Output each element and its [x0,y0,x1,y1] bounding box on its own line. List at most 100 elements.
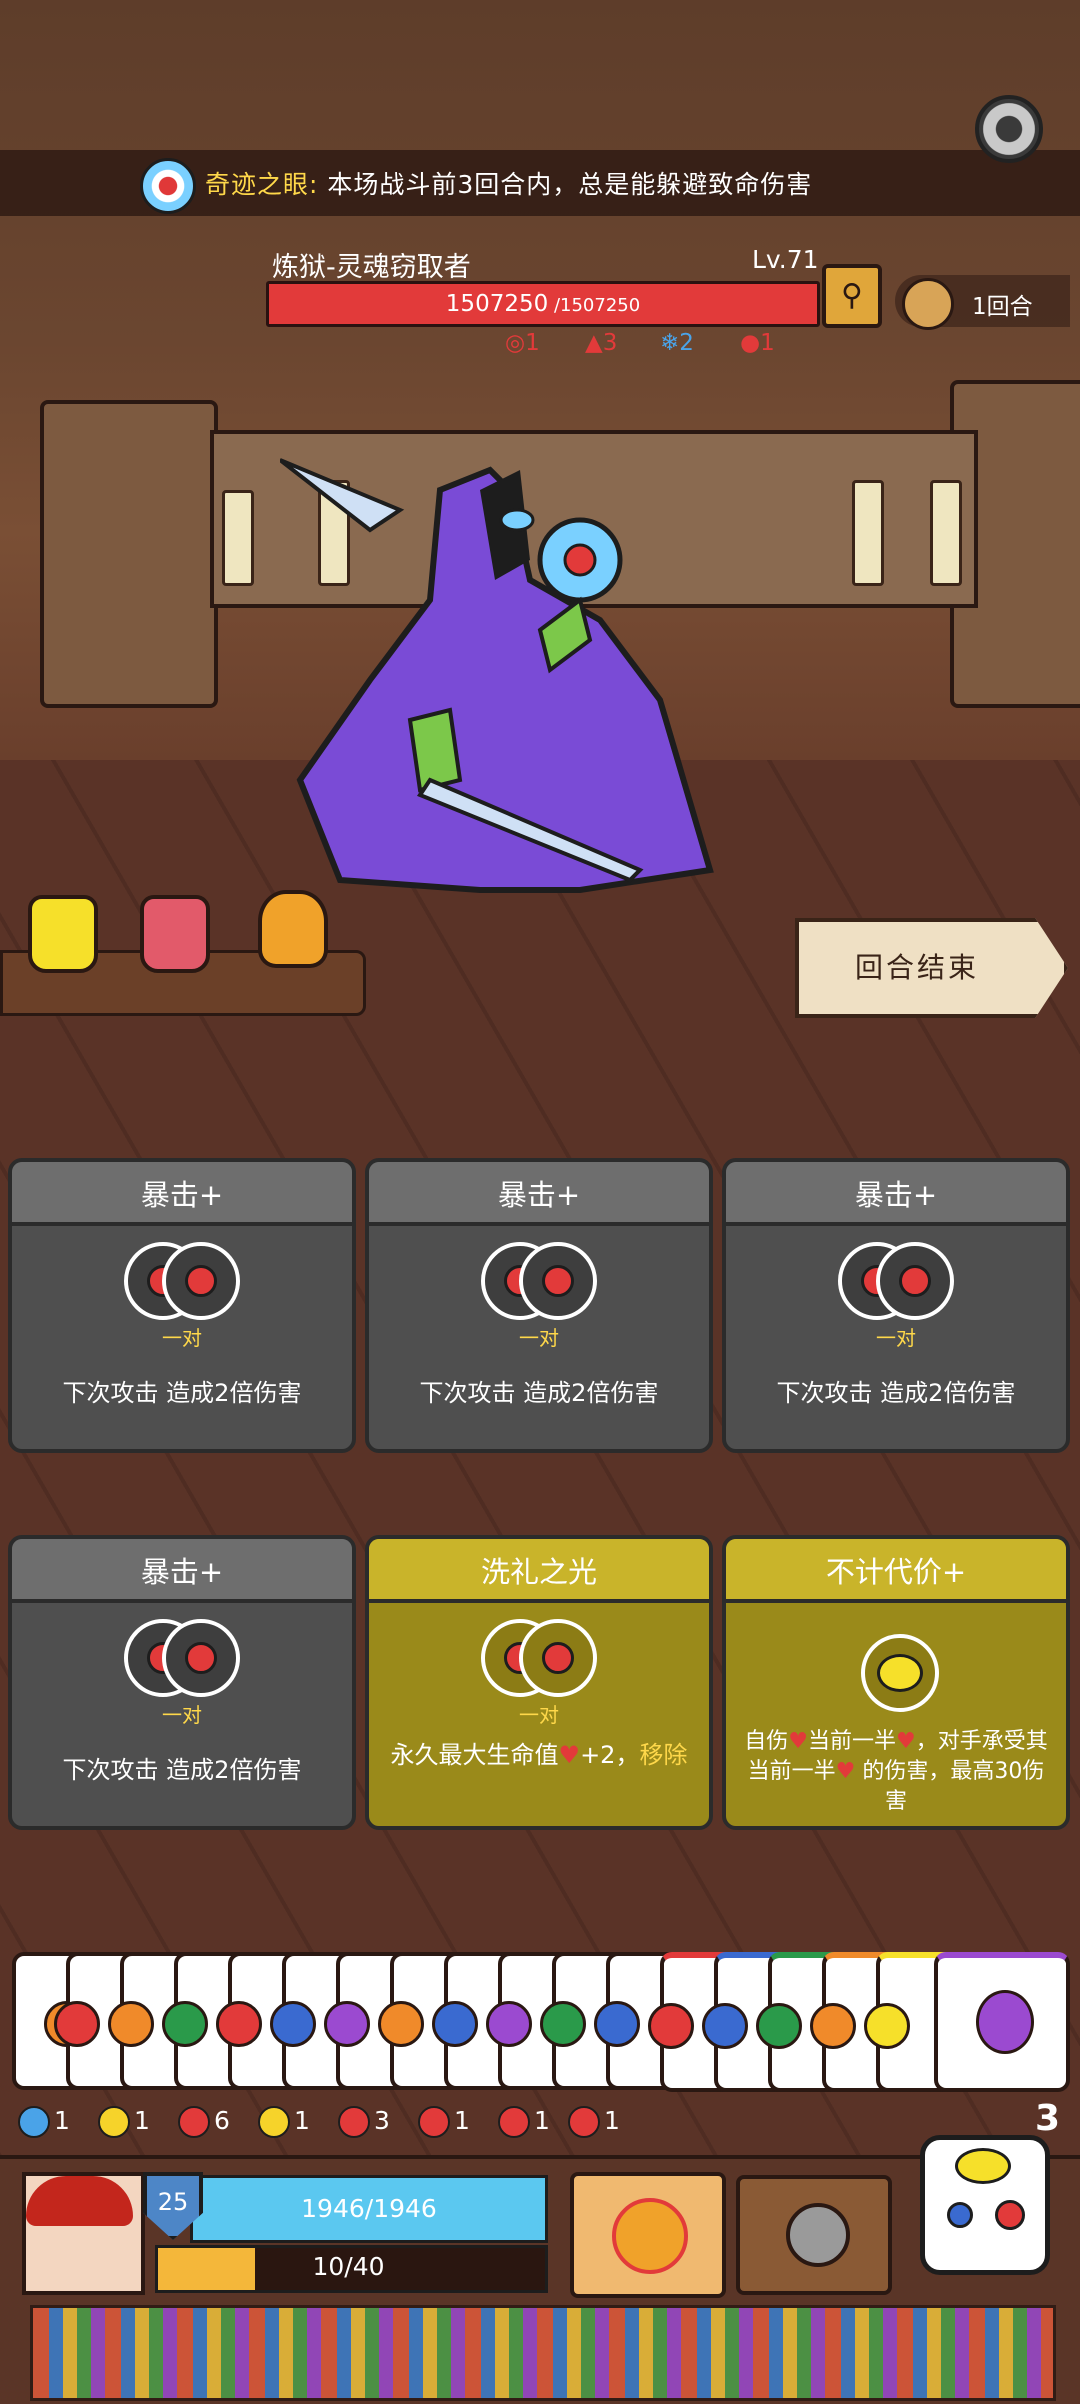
cherry-die-slot [519,1242,597,1320]
card-description: 下次攻击 造成2倍伤害 [776,1379,1016,1407]
heart-icon: ♥ [835,1759,856,1784]
cherry-icon [899,1265,931,1297]
heart-icon: ♥ [558,1741,581,1769]
candle [222,490,254,586]
red-potion-icon[interactable] [140,895,210,973]
roll-dice-button[interactable] [570,2172,726,2298]
reroll-die-icon[interactable] [920,2135,1050,2275]
target-icon [18,2106,50,2138]
boss-hp-current: 1507250 [445,291,549,317]
player-level: 25 [157,2188,189,2216]
cherry-icon [995,2200,1025,2230]
claw-icon [178,2106,210,2138]
boss-hp-max: /1507250 [548,295,641,316]
card-requirement: 一对 [519,1326,559,1350]
card-requirement: 一对 [519,1703,559,1727]
card-description: 下次攻击 造成2倍伤害 [62,1379,302,1407]
card-title: 洗礼之光 [480,1555,597,1589]
cherry-icon [542,1642,574,1674]
stat-claw: 6 [178,2106,230,2138]
card-description: 下次攻击 造成2倍伤害 [419,1379,659,1407]
buff-title: 奇迹之眼: [205,170,319,199]
cherry-icon [542,1265,574,1297]
skill-card[interactable]: 暴击+ 一对 下次攻击 造成2倍伤害 [722,1158,1070,1453]
skull-orb-icon [786,2203,850,2267]
card-title: 暴击+ [497,1178,581,1212]
lightning-icon [98,2106,130,2138]
spiral-icon: ◎ [505,330,526,356]
card-title: 暴击+ [140,1178,224,1212]
hero-hair [26,2176,133,2226]
boss-level: Lv.71 [752,245,819,274]
card-description: 永久最大生命值♥+2，移除 [390,1741,688,1769]
spiral-icon [568,2106,600,2138]
stat-broken-shield: 1 [498,2106,550,2138]
grape-icon [976,1990,1034,2054]
player-hp-bar: 1946/1946 [190,2175,548,2243]
relic-button[interactable] [736,2175,892,2295]
cherry-icon [185,1642,217,1674]
skill-card[interactable]: 暴击+ 一对 下次攻击 造成2倍伤害 [8,1535,356,1830]
fire-icon: ▲ [585,330,603,356]
lemon-die-slot [861,1634,939,1712]
settings-gear-icon[interactable] [975,95,1043,163]
crit-target-icon [418,2106,450,2138]
card-requirement: 一对 [162,1326,202,1350]
cherry-icon [185,1265,217,1297]
heart-shield-icon [338,2106,370,2138]
broken-heart-icon: ♥ [788,1729,808,1754]
miracle-eye-icon [140,158,196,214]
soul-stealer-monster[interactable] [280,450,760,920]
deck-card-strip[interactable] [30,2305,1056,2401]
stat-spiral: 1 [568,2106,620,2138]
card-description: 下次攻击 造成2倍伤害 [62,1756,302,1784]
inspect-magnifier-icon[interactable]: ⚲ [822,264,882,328]
stat-shield: 1 [258,2106,310,2138]
candle [930,480,962,586]
stat-crit-target: 1 [418,2106,470,2138]
boss-status-blood: ●1 [740,330,775,356]
card-requirement: 一对 [162,1703,202,1727]
buff-description: 本场战斗前3回合内，总是能躲避致命伤害 [327,170,813,199]
stat-lightning: 1 [98,2106,150,2138]
xp-text: 10/40 [312,2252,385,2281]
boss-status-frost: ❄2 [660,330,694,356]
cherry-die-slot [162,1242,240,1320]
round-label: 1回合 [972,294,1033,320]
dot-icon [947,2202,973,2228]
skill-card[interactable]: 暴击+ 一对 下次攻击 造成2倍伤害 [8,1158,356,1453]
shield-icon [258,2106,290,2138]
cherry-die-slot [876,1242,954,1320]
d20-icon [612,2198,688,2274]
boss-hp-bar: 1507250 /1507250 [266,281,820,327]
boss-status-fire: ▲3 [585,330,618,356]
card-title: 不计代价+ [825,1555,967,1589]
buff-banner-text: 奇迹之眼: 本场战斗前3回合内，总是能躲避致命伤害 [205,165,812,201]
skill-card[interactable]: 暴击+ 一对 下次攻击 造成2倍伤害 [365,1158,713,1453]
blood-drop-icon: ● [740,330,761,356]
skill-card[interactable]: 不计代价+ 自伤♥当前一半♥，对手承受其当前一半♥ 的伤害，最高30伤害 [722,1535,1070,1830]
dice-count: 3 [1035,2098,1061,2139]
lemon-icon [955,2148,1011,2184]
lemon-icon [877,1654,923,1692]
card-requirement: 一对 [876,1326,916,1350]
card-title: 暴击+ [140,1555,224,1589]
scroll-icon [902,278,954,330]
boss-name: 炼狱-灵魂窃取者 [272,252,471,283]
end-turn-label: 回合结束 [855,951,980,984]
card-description: 自伤♥当前一半♥，对手承受其当前一半♥ 的伤害，最高30伤害 [744,1729,1048,1814]
snowflake-icon: ❄ [660,330,680,356]
card-title: 暴击+ [854,1178,938,1212]
grape-card[interactable] [934,1952,1070,2092]
orange-potion-icon[interactable] [258,890,328,968]
stone-pillar [40,400,218,708]
boss-status-spiral: ◎1 [505,330,540,356]
stat-heart-shield: 3 [338,2106,390,2138]
yellow-potion-icon[interactable] [28,895,98,973]
cherry-die-slot [519,1619,597,1697]
skill-card[interactable]: 洗礼之光 一对 永久最大生命值♥+2，移除 [365,1535,713,1830]
broken-shield-icon [498,2106,530,2138]
candle [852,480,884,586]
stat-target: 1 [18,2106,70,2138]
cherry-die-slot [162,1619,240,1697]
